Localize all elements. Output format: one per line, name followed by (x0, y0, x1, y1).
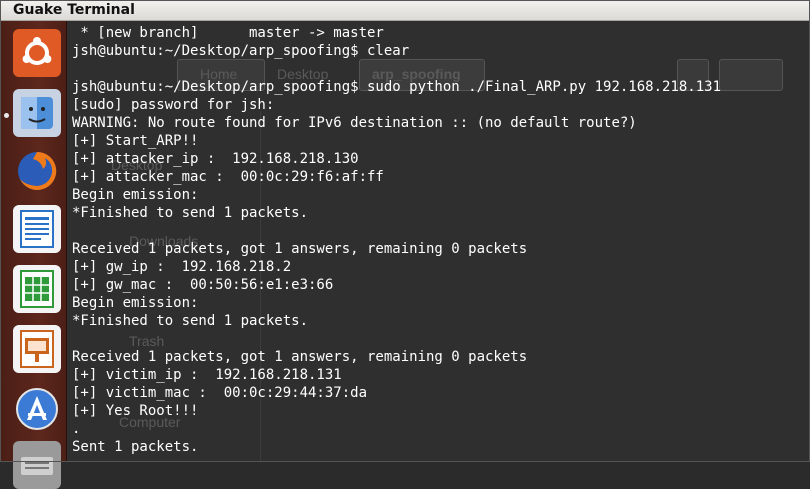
system-settings-icon[interactable] (13, 441, 61, 489)
libreoffice-calc-icon[interactable] (13, 265, 61, 313)
terminal-line: [+] gw_ip : 192.168.218.2 (72, 259, 292, 275)
terminal-line: Begin emission: (72, 187, 199, 203)
terminal-line: jsh@ubuntu:~/Desktop/arp_spoofing$ sudo … (72, 79, 722, 95)
terminal-line: Received 1 packets, got 1 answers, remai… (72, 241, 528, 257)
terminal-line: jsh@ubuntu:~/Desktop/arp_spoofing$ clear (72, 43, 410, 59)
terminal-line: [+] attacker_ip : 192.168.218.130 (72, 151, 359, 167)
terminal-line: Sent 1 packets. (72, 439, 199, 455)
terminal-line: [sudo] password for jsh: (72, 97, 275, 113)
terminal-line: [+] victim_mac : 00:0c:29:44:37:da (72, 385, 368, 401)
terminal-line: WARNING: No route found for IPv6 destina… (72, 115, 637, 131)
title-bar[interactable]: Guake Terminal (0, 0, 810, 21)
terminal-line: [+] Start_ARP!! (72, 133, 199, 149)
unity-launcher (0, 21, 67, 489)
ubuntu-dash-icon[interactable] (13, 29, 61, 77)
running-indicator (4, 113, 9, 118)
libreoffice-writer-icon[interactable] (13, 205, 61, 253)
firefox-icon[interactable] (13, 147, 61, 195)
terminal-line: [+] victim_ip : 192.168.218.131 (72, 367, 342, 383)
files-icon[interactable] (13, 89, 61, 137)
terminal-line: * [new branch] master -> master (72, 25, 384, 41)
terminal-line: [+] Yes Root!!! (72, 403, 199, 419)
terminal-line: [+] attacker_mac : 00:0c:29:f6:af:ff (72, 169, 384, 185)
terminal-line: . (72, 421, 81, 437)
terminal-output[interactable]: * [new branch] master -> master jsh@ubunt… (67, 21, 810, 462)
window-title: Guake Terminal (13, 2, 135, 18)
libreoffice-impress-icon[interactable] (13, 325, 61, 373)
terminal-line: *Finished to send 1 packets. (72, 205, 309, 221)
terminal-line: Received 1 packets, got 1 answers, remai… (72, 349, 528, 365)
software-center-icon[interactable] (13, 385, 61, 433)
terminal-line: *Finished to send 1 packets. (72, 313, 309, 329)
terminal-line: Begin emission: (72, 295, 199, 311)
terminal-line: [+] gw_mac : 00:50:56:e1:e3:66 (72, 277, 334, 293)
